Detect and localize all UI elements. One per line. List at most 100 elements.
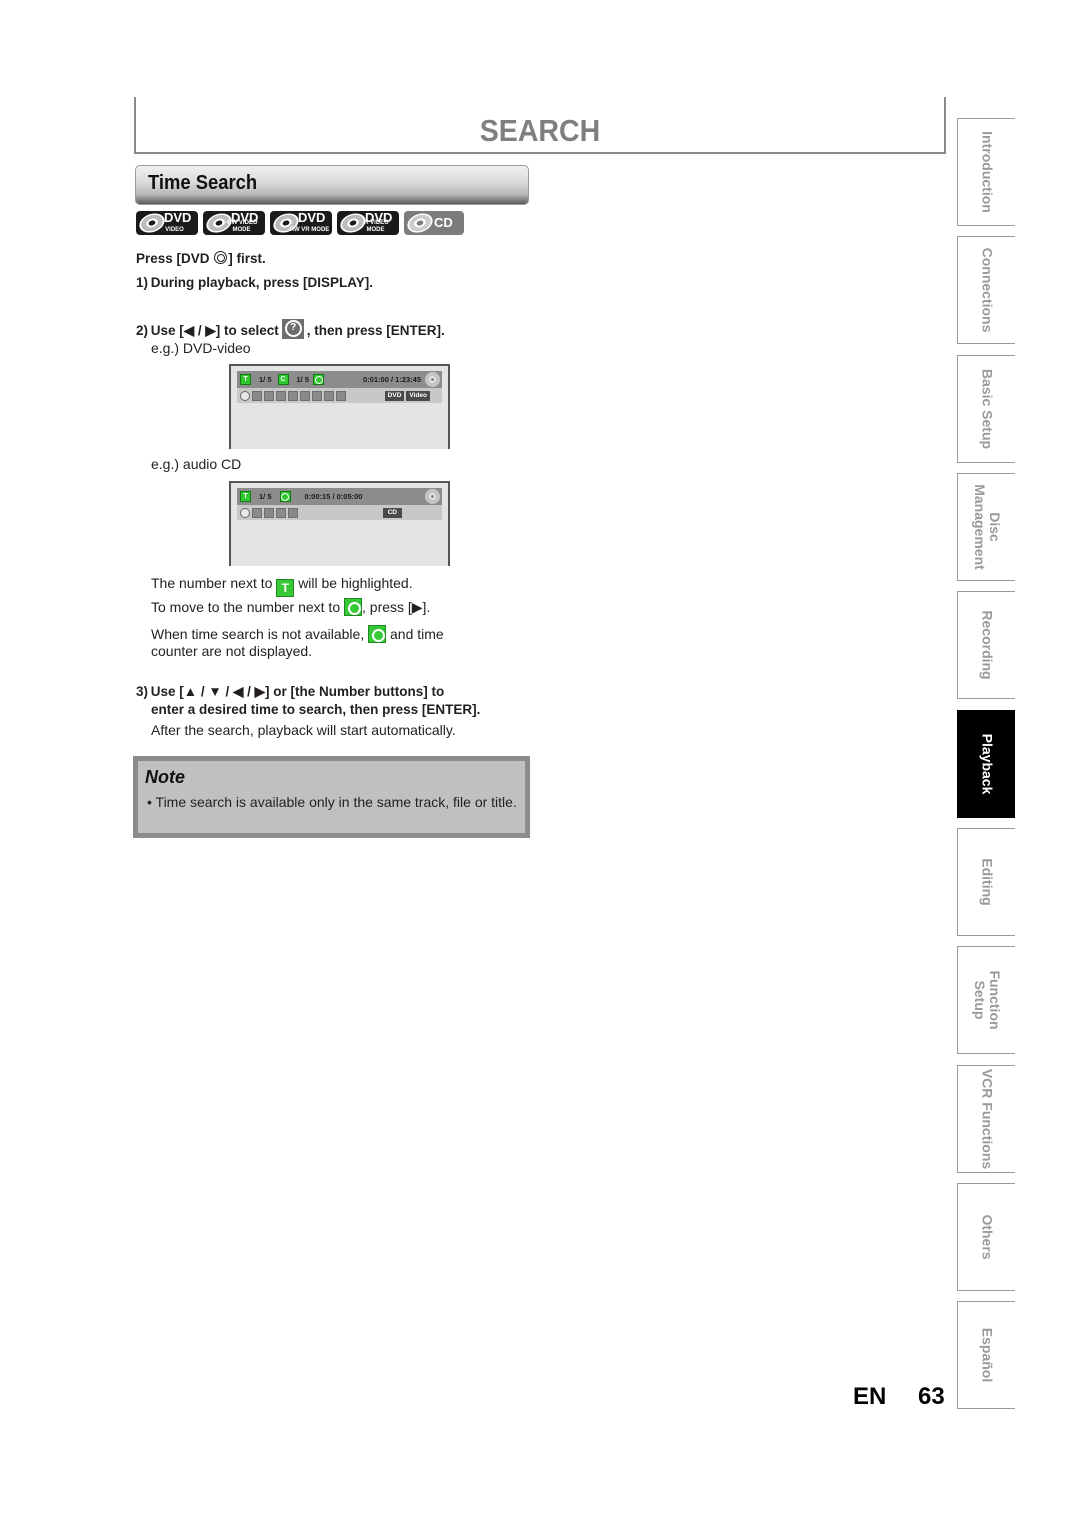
title-badge: T [240, 374, 251, 385]
search-icon [240, 507, 250, 518]
instruction-text: The number next to [151, 575, 273, 591]
instruction-text: To move to the number next to [151, 599, 341, 615]
media-label: CD [434, 215, 453, 230]
side-tab-label: Recording [979, 610, 995, 680]
side-tab-label: Others [979, 1214, 995, 1260]
side-tab-basic-setup[interactable]: Basic Setup [957, 355, 1015, 463]
section-title: Time Search [148, 172, 258, 194]
osd-dvd-video-example: T 1/ 5 C 1/ 5 0:01:00 / 1:23:45 DVD Vide… [229, 364, 450, 449]
osd-menu-bar: CD [237, 505, 442, 520]
noise-reduction-icon [312, 390, 322, 401]
side-tab-label: Español [979, 1327, 995, 1383]
instruction-text: When time search is not available, [151, 626, 365, 642]
dvd-rw-video-mode-disc-icon: DVD -RW VIDEO MODE [203, 211, 265, 235]
marker-icon [300, 390, 310, 401]
media-sublabel: -R VIDEO MODE [362, 220, 389, 233]
clock-icon [313, 374, 325, 385]
instruction-text: , then press [ENTER]. [306, 323, 445, 338]
side-tab-label: Connections [979, 247, 995, 333]
side-tab-label: Disc Management [971, 484, 1003, 570]
side-tab-introduction[interactable]: Introduction [957, 118, 1015, 226]
media-sublabel: -RW VR MODE [287, 227, 330, 233]
side-tab-playback[interactable]: Playback [957, 710, 1015, 818]
example-dvd-label: e.g.) DVD-video [151, 340, 251, 356]
disc-icon [425, 372, 440, 387]
disc-icon [425, 489, 440, 504]
dvd-button-icon [214, 251, 228, 264]
dvd-video-disc-icon: DVD VIDEO [136, 211, 198, 235]
marker-icon [276, 507, 286, 518]
instruction-text: , press [▶]. [362, 599, 431, 615]
media-type-tag: DVD [384, 390, 405, 401]
chapter-badge: C [277, 374, 289, 385]
example-cd-label: e.g.) audio CD [151, 456, 242, 472]
audio-icon [252, 390, 262, 401]
side-tab-label: Introduction [979, 131, 995, 213]
side-tab-disc-management[interactable]: Disc Management [957, 473, 1015, 581]
page-number: 63 [918, 1383, 945, 1410]
highlight-note: The number next to T will be highlighted… [151, 575, 413, 597]
side-tab-connections[interactable]: Connections [957, 236, 1015, 344]
audio-icon [252, 507, 262, 518]
note-text: • Time search is available only in the s… [147, 794, 517, 810]
media-label: DVD [298, 211, 326, 225]
clock-icon [344, 598, 362, 616]
zoom-icon [324, 390, 334, 401]
angle-icon [276, 390, 286, 401]
section-heading: Time Search [135, 165, 529, 205]
media-sublabel: -RW VIDEO MODE [225, 220, 258, 233]
step-3-after: After the search, playback will start au… [151, 722, 456, 738]
cd-disc-icon: CD [404, 211, 464, 235]
step-3-line2: enter a desired time to search, then pre… [151, 702, 481, 717]
osd-status-bar: T 1/ 5 0:00:15 / 0:05:00 [237, 488, 442, 505]
side-tab-label: Basic Setup [979, 368, 995, 450]
side-tab-label: Function Setup [971, 970, 1003, 1030]
step-1: 1) During playback, press [DISPLAY]. [136, 275, 374, 290]
time-search-icon [281, 319, 304, 339]
repeat-icon [288, 390, 298, 401]
side-tab-others[interactable]: Others [957, 1183, 1015, 1291]
side-tab-editing[interactable]: Editing [957, 828, 1015, 936]
clock-icon [279, 491, 291, 502]
media-compatibility-row: DVD VIDEO DVD -RW VIDEO MODE DVD -RW VR … [136, 211, 464, 235]
title-badge-icon: T [276, 579, 295, 597]
page-header: SEARCH [134, 97, 946, 154]
side-tab-vcr-functions[interactable]: VCR Functions [957, 1065, 1015, 1173]
time-counter: 0:00:15 / 0:05:00 [304, 492, 363, 501]
unavailable-note: When time search is not available, and t… [151, 625, 444, 643]
title-badge: T [240, 491, 251, 502]
dvd-rw-vr-mode-disc-icon: DVD -RW VR MODE [270, 211, 332, 235]
instruction-text: 2) Use [◀ / ▶] to select [136, 323, 279, 338]
osd-status-bar: T 1/ 5 C 1/ 5 0:01:00 / 1:23:45 [237, 371, 442, 388]
media-label: DVD [164, 211, 192, 225]
osd-menu-bar: DVD Video [237, 388, 442, 403]
move-note: To move to the number next to , press [▶… [151, 598, 430, 616]
subtitle-icon [264, 390, 274, 401]
media-type-tag: CD [382, 507, 402, 518]
side-tab-label: VCR Functions [979, 1068, 995, 1170]
side-tab-espanol[interactable]: Español [957, 1301, 1015, 1409]
chapter-number: 1/ 5 [296, 375, 310, 384]
unavailable-note-cont: counter are not displayed. [151, 643, 313, 659]
instruction-text: ] first. [228, 251, 266, 266]
language-code: EN [853, 1383, 887, 1410]
title-number: 1/ 5 [259, 492, 272, 501]
step-3-line1: 3) Use [▲ / ▼ / ◀ / ▶] or [the Number bu… [136, 684, 445, 699]
time-counter: 0:01:00 / 1:23:45 [363, 375, 421, 384]
step-2: 2) Use [◀ / ▶] to select , then press [EN… [136, 319, 445, 339]
title-number: 1/ 5 [259, 375, 272, 384]
media-sublabel: VIDEO [165, 227, 184, 233]
clock-icon [368, 625, 387, 643]
instruction-text: Press [DVD [136, 251, 214, 266]
instruction-text: will be highlighted. [298, 575, 413, 591]
instruction-text: and time [390, 626, 444, 642]
page-title: SEARCH [479, 113, 601, 148]
side-tab-recording[interactable]: Recording [957, 591, 1015, 699]
note-box: Note • Time search is available only in … [133, 756, 530, 838]
side-tab-function-setup[interactable]: Function Setup [957, 946, 1015, 1054]
note-title: Note [145, 767, 185, 787]
disc-glyph-icon [404, 211, 436, 235]
search-icon [240, 390, 250, 401]
side-tab-label: Editing [979, 858, 995, 906]
format-tag: Video [406, 390, 430, 401]
